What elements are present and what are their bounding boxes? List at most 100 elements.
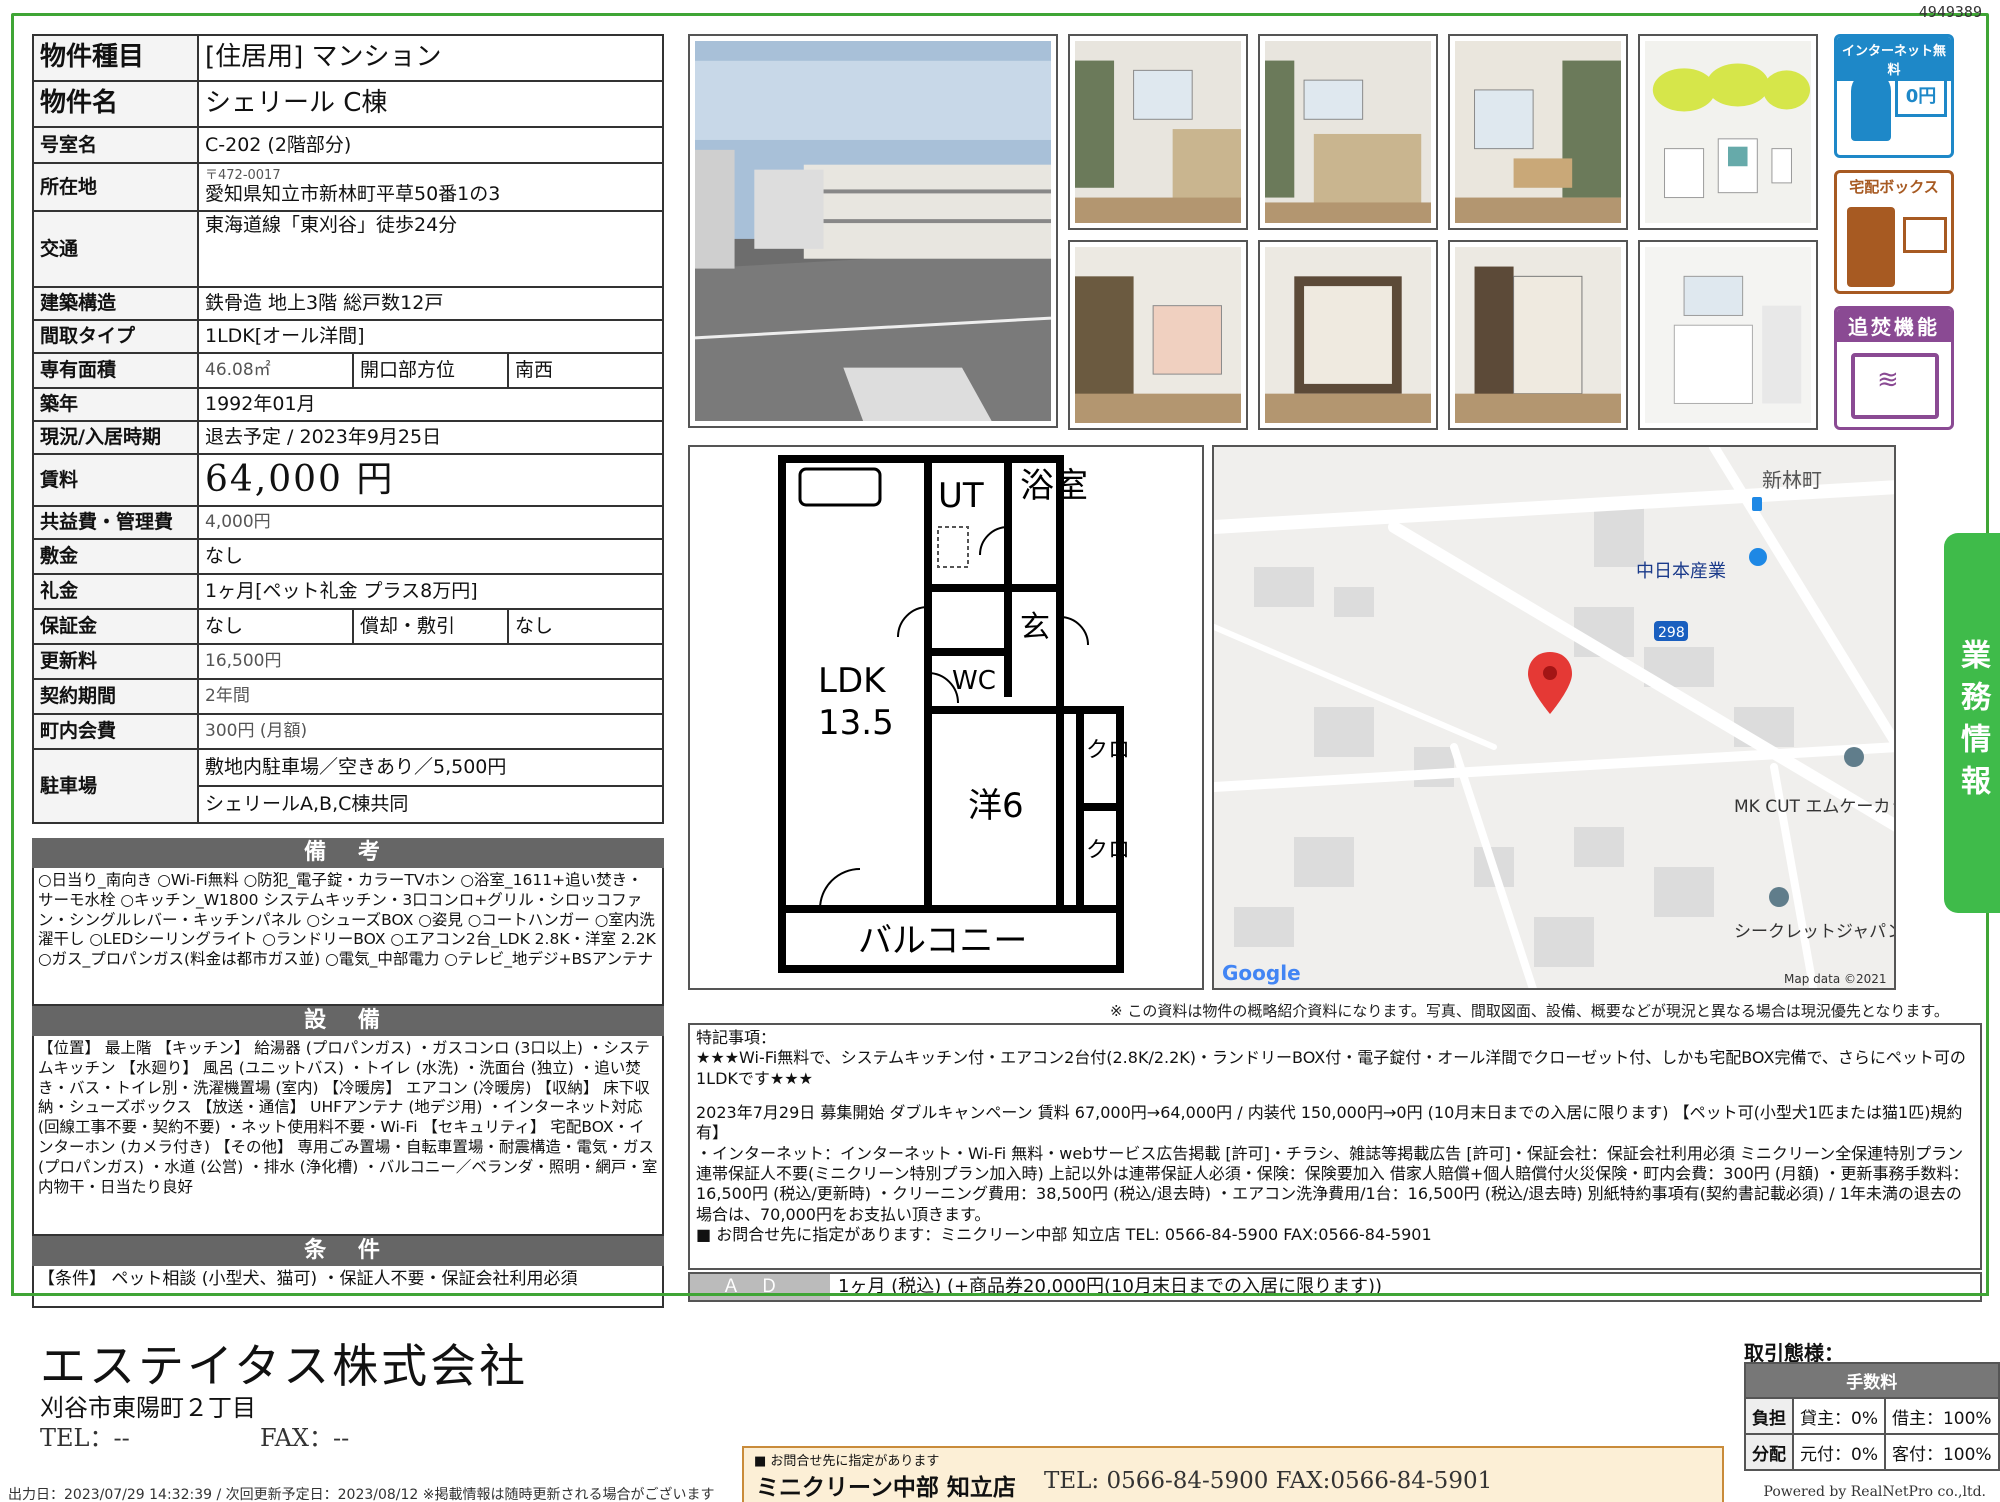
- spec-rent-label: 賃料: [32, 453, 199, 507]
- conditions-header: 条 件: [32, 1236, 664, 1266]
- spec-status-label: 現況/入居時期: [32, 420, 199, 455]
- spec-rent-value: 64,000 円: [197, 453, 664, 507]
- fee-row2-a: 元付：0%: [1792, 1433, 1886, 1471]
- fee-row2-b: 客付：100%: [1883, 1433, 2000, 1471]
- photo-closet-1-image: [1265, 247, 1431, 423]
- photo-closet-2: [1448, 240, 1628, 430]
- ad-row: ＡＤ 1ヶ月 (税込) (+商品券20,000円(10月末日までの入居に限ります…: [688, 1272, 1982, 1302]
- photo-equipment: [1638, 34, 1818, 230]
- property-id: 4949389: [1918, 3, 1982, 21]
- spec-deposit-label: 敷金: [32, 538, 199, 575]
- photo-room-1: [1448, 34, 1628, 230]
- fp-entrance: 玄: [1020, 610, 1050, 645]
- spec-zip: 〒472-0017: [205, 167, 281, 183]
- map-route: 298: [1658, 625, 1685, 641]
- google-logo: Google: [1222, 961, 1301, 985]
- spec-room-label: 号室名: [32, 126, 199, 164]
- photo-room-1-image: [1455, 41, 1621, 223]
- bus-stop-icon: [1752, 497, 1762, 511]
- fee-head: 手数料: [1744, 1362, 2000, 1399]
- remarks-body: ○日当り_南向き ○Wi-Fi無料 ○防犯_電子錠・カラーTVホン ○浴室_16…: [32, 868, 664, 1006]
- spec-area-value: 46.08㎡: [197, 352, 354, 389]
- spec-room-value: C-202 (2階部分): [197, 126, 664, 164]
- spec-townfee-value: 300円 (月額): [197, 713, 664, 750]
- spec-amort-value: なし: [507, 608, 664, 645]
- spec-deposit-value: なし: [197, 538, 664, 575]
- spec-parking-value: 敷地内駐車場／空きあり／5,500円: [197, 748, 664, 787]
- reheat-label: 追焚機能: [1837, 309, 1951, 342]
- fp-western: 洋6: [968, 786, 1024, 826]
- photo-room-2-image: [1075, 247, 1241, 423]
- spec-parking-value2: シェリールA,B,C棟共同: [197, 785, 664, 824]
- spec-layout-value: 1LDK[オール洋間]: [197, 319, 664, 354]
- output-date: 出力日：2023/07/29 14:32:39 / 次回更新予定日：2023/0…: [8, 1487, 715, 1502]
- conditions-body: 【条件】 ペット相談 (小型犬、猫可) ・保証人不要・保証会社利用必須: [32, 1266, 664, 1308]
- equipment-header: 設 備: [32, 1006, 664, 1036]
- map-canvas: 298 新林町 中日本産業 MK CUT エムケーカット 知立 シークレットジャ…: [1214, 447, 1894, 988]
- notes-p2: 2023年7月29日 募集開始 ダブルキャンペーン 賃料 67,000円→64,…: [696, 1102, 1963, 1143]
- zero-yen-label: 0円: [1895, 77, 1947, 117]
- remarks-header: 備 考: [32, 838, 664, 868]
- fp-closet-1: クロ: [1086, 738, 1130, 763]
- delivery-box-label: 宅配ボックス: [1849, 178, 1939, 196]
- photo-closet-1: [1258, 240, 1438, 430]
- spec-renewal-label: 更新料: [32, 643, 199, 680]
- spec-access-value: 東海道線「東刈谷」徒歩24分: [197, 210, 664, 288]
- spec-access-label: 交通: [32, 210, 199, 288]
- parcel-icon: [1903, 217, 1947, 253]
- delivery-box-badge: 宅配ボックス: [1834, 170, 1954, 294]
- steam-icon: ≋: [1877, 365, 1899, 395]
- company-tel: TEL：--: [40, 1424, 130, 1452]
- fp-closet-2: クロ: [1086, 838, 1130, 863]
- exterior-photo: [688, 34, 1058, 428]
- photo-closet-2-image: [1455, 247, 1621, 423]
- disclaimer: ※ この資料は物件の概略紹介資料になります。写真、間取図面、設備、概要などが現況…: [1110, 1002, 1949, 1020]
- floor-plan-drawing: UT 浴室 玄 WC LDK 13.5 洋6 クロ クロ バルコニー: [778, 455, 1130, 973]
- poi-icon-1: [1844, 747, 1864, 767]
- equipment-body: 【位置】 最上階 【キッチン】 給湯器 (プロパンガス) ・ガスコンロ (3口以…: [32, 1036, 664, 1236]
- inquiry-box: ■ お問合せ先に指定があります ミニクリーン中部 知立店 TEL: 0566-8…: [742, 1446, 1724, 1502]
- spec-parking-label: 駐車場: [32, 748, 199, 824]
- fee-row1-label: 負担: [1744, 1397, 1794, 1435]
- spec-direction-label: 開口部方位: [352, 352, 509, 389]
- map-data-credit: Map data ©2021: [1784, 972, 1887, 986]
- map-label-1: 新林町: [1762, 468, 1822, 492]
- ad-label: ＡＤ: [690, 1274, 830, 1300]
- spec-address-value: 愛知県知立市新林町平草50番1の3: [205, 183, 501, 206]
- fee-table: 手数料 負担 貸主：0% 借主：100% 分配 元付：0% 客付：100%: [1744, 1362, 2000, 1471]
- fp-bath: 浴室: [1020, 466, 1088, 506]
- spec-mgmt-value: 4,000円: [197, 505, 664, 540]
- spec-structure-value: 鉄骨造 地上3階 総戸数12戸: [197, 286, 664, 321]
- locker-icon: [1847, 207, 1895, 287]
- spec-layout-label: 間取タイプ: [32, 319, 199, 354]
- spec-contract-label: 契約期間: [32, 678, 199, 715]
- photo-washroom: [1638, 240, 1818, 430]
- notes-heading: 特記事項：: [696, 1028, 777, 1047]
- location-map[interactable]: 298 新林町 中日本産業 MK CUT エムケーカット 知立 シークレットジャ…: [1212, 445, 1896, 990]
- photo-washroom-image: [1645, 247, 1811, 423]
- fee-row1-b: 借主：100%: [1883, 1397, 2000, 1435]
- spec-type-label: 物件種目: [32, 34, 199, 82]
- special-notes: 特記事項： ★★★Wi-Fi無料で、システムキッチン付・エアコン2台付(2.8K…: [688, 1023, 1982, 1270]
- inquiry-tel: TEL: 0566-84-5900 FAX:0566-84-5901: [1044, 1468, 1493, 1494]
- spec-keymoney-value: 1ヶ月[ペット礼金 プラス8万円]: [197, 573, 664, 610]
- spec-guarantee-value: なし: [197, 608, 354, 645]
- footer-divider: [11, 1293, 1989, 1296]
- ad-value: 1ヶ月 (税込) (+商品券20,000円(10月末日までの入居に限ります)): [838, 1276, 1382, 1297]
- fee-row1-a: 貸主：0%: [1792, 1397, 1886, 1435]
- spec-type-value: [住居用] マンション: [197, 34, 664, 82]
- spec-area-label: 専有面積: [32, 352, 199, 389]
- person-icon: [1851, 71, 1891, 141]
- spec-mgmt-label: 共益費・管理費: [32, 505, 199, 540]
- powered-by: Powered by RealNetPro co.,ltd.: [1763, 1484, 1986, 1500]
- spec-direction-value: 南西: [507, 352, 664, 389]
- business-info-tab[interactable]: 業務情報: [1944, 533, 2000, 913]
- spec-address-label: 所在地: [32, 162, 199, 212]
- exterior-photo-image: [695, 41, 1051, 421]
- photo-kitchen-1-image: [1075, 41, 1241, 223]
- fp-ldk-size: 13.5: [818, 703, 894, 743]
- internet-free-label: インターネット無料: [1837, 37, 1951, 81]
- notes-p3: ・インターネット：インターネット・Wi-Fi 無料・webサービス広告掲載 [許…: [696, 1143, 1969, 1224]
- fee-row2-label: 分配: [1744, 1433, 1794, 1471]
- spec-townfee-label: 町内会費: [32, 713, 199, 750]
